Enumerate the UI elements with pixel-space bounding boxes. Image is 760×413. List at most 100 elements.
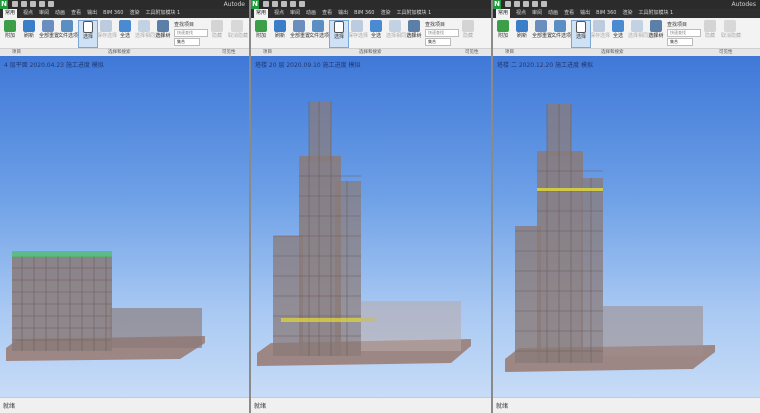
tab-viewpoint[interactable]: 视点: [23, 9, 33, 18]
tab-review[interactable]: 审阅: [39, 9, 49, 18]
hide-icon: [462, 20, 474, 32]
redo-icon[interactable]: [299, 1, 305, 7]
quick-find-field[interactable]: 快速查找: [667, 29, 701, 37]
low-rise-scaffold: [361, 301, 461, 351]
file-options-button[interactable]: 文件选项: [309, 20, 329, 46]
sets-dropdown[interactable]: 集合: [425, 38, 451, 46]
file-options-button[interactable]: 文件选项: [58, 20, 78, 46]
app-menu-button[interactable]: N: [0, 0, 8, 9]
quick-find-field[interactable]: 快速查找: [425, 29, 459, 37]
select-all-button[interactable]: 全选: [609, 20, 627, 46]
select-all-button[interactable]: 全选: [367, 20, 385, 46]
tab-review[interactable]: 审阅: [532, 9, 542, 18]
print-icon[interactable]: [30, 1, 36, 7]
selection-tree-button[interactable]: 选择树: [154, 20, 172, 46]
tab-addins[interactable]: 工具附加模块 1: [396, 9, 431, 18]
sets-dropdown[interactable]: 集合: [174, 38, 200, 46]
append-button[interactable]: 附加: [494, 20, 512, 46]
reset-all-button[interactable]: 全部重置...: [39, 20, 64, 46]
print-icon[interactable]: [281, 1, 287, 7]
3d-viewport[interactable]: 4 层平面 2020.04.23 施工进度 模拟: [0, 56, 249, 397]
append-icon: [497, 20, 509, 32]
save-selection-button[interactable]: 保存选择: [590, 20, 610, 46]
tab-addins[interactable]: 工具附加模块 1: [145, 9, 180, 18]
app-menu-button[interactable]: N: [251, 0, 259, 9]
tab-viewpoint[interactable]: 视点: [274, 9, 284, 18]
tab-view[interactable]: 查看: [71, 9, 81, 18]
tab-viewpoint[interactable]: 视点: [516, 9, 526, 18]
refresh-button[interactable]: 刷新: [20, 20, 38, 46]
select-same-icon: [138, 20, 150, 32]
append-button[interactable]: 附加: [252, 20, 270, 46]
tab-addins[interactable]: 工具附加模块 1: [638, 9, 673, 18]
select-button[interactable]: 选择: [571, 20, 591, 48]
open-icon[interactable]: [12, 1, 18, 7]
tab-bim360[interactable]: BIM 360: [354, 9, 374, 18]
selection-tree-button[interactable]: 选择树: [405, 20, 423, 46]
select-button[interactable]: 选择: [78, 20, 98, 48]
append-button[interactable]: 附加: [1, 20, 19, 46]
tab-bim360[interactable]: BIM 360: [596, 9, 616, 18]
hide-button[interactable]: 隐藏: [701, 20, 719, 46]
tab-render[interactable]: 渲染: [622, 9, 632, 18]
selection-tree-button[interactable]: 选择树: [647, 20, 665, 46]
tab-bim360[interactable]: BIM 360: [103, 9, 123, 18]
unhide-button[interactable]: 取消隐藏: [721, 20, 741, 46]
tab-home[interactable]: 常用: [254, 9, 269, 18]
quick-find-field[interactable]: 快速查找: [174, 29, 208, 37]
find-items-button[interactable]: 查找项目: [174, 21, 194, 28]
tab-output[interactable]: 输出: [580, 9, 590, 18]
tab-view[interactable]: 查看: [322, 9, 332, 18]
redo-icon[interactable]: [541, 1, 547, 7]
tab-view[interactable]: 查看: [564, 9, 574, 18]
cursor-icon: [576, 21, 586, 33]
tab-animation[interactable]: 动画: [306, 9, 316, 18]
tab-output[interactable]: 输出: [87, 9, 97, 18]
tab-render[interactable]: 渲染: [129, 9, 139, 18]
status-text: 就绪: [3, 403, 16, 410]
3d-viewport[interactable]: 塔楼 20 层 2020.09.10 施工进度 模拟: [251, 56, 491, 397]
sets-dropdown[interactable]: 集合: [667, 38, 693, 46]
undo-icon[interactable]: [290, 1, 296, 7]
file-options-button[interactable]: 文件选项: [551, 20, 571, 46]
undo-icon[interactable]: [532, 1, 538, 7]
redo-icon[interactable]: [48, 1, 54, 7]
tower-wing: [335, 181, 361, 356]
save-icon[interactable]: [272, 1, 278, 7]
hide-button[interactable]: 隐藏: [459, 20, 477, 46]
select-same-button[interactable]: 选择相同对象: [628, 20, 658, 46]
select-same-button[interactable]: 选择相同对象: [386, 20, 416, 46]
refresh-button[interactable]: 刷新: [271, 20, 289, 46]
select-same-button[interactable]: 选择相同对象: [135, 20, 165, 46]
app-menu-button[interactable]: N: [493, 0, 501, 9]
tab-review[interactable]: 审阅: [290, 9, 300, 18]
save-selection-button[interactable]: 保存选择: [97, 20, 117, 46]
tab-home[interactable]: 常用: [3, 9, 18, 18]
tab-render[interactable]: 渲染: [380, 9, 390, 18]
open-icon[interactable]: [263, 1, 269, 7]
tab-output[interactable]: 输出: [338, 9, 348, 18]
unhide-button[interactable]: 取消隐藏: [228, 20, 248, 46]
ribbon-panel: 附加 刷新 全部重置... 文件选项 选择 保存选择 全选 选择相同对象 选择树…: [493, 18, 760, 56]
tab-animation[interactable]: 动画: [55, 9, 65, 18]
3d-viewport[interactable]: 塔楼 二 2020.12.20 施工进度 模拟: [493, 56, 760, 397]
ribbon-tabs: 常用 视点 审阅 动画 查看 输出 BIM 360 渲染 工具附加模块 1: [251, 9, 491, 18]
find-items-button[interactable]: 查找项目: [425, 21, 445, 28]
status-bar: 就绪: [0, 397, 249, 413]
find-items-button[interactable]: 查找项目: [667, 21, 687, 28]
reset-all-button[interactable]: 全部重置...: [290, 20, 315, 46]
ribbon-tabs: 常用 视点 审阅 动画 查看 输出 BIM 360 渲染 工具附加模块 1: [493, 9, 760, 18]
save-selection-button[interactable]: 保存选择: [348, 20, 368, 46]
refresh-button[interactable]: 刷新: [513, 20, 531, 46]
print-icon[interactable]: [523, 1, 529, 7]
tab-animation[interactable]: 动画: [548, 9, 558, 18]
save-icon[interactable]: [21, 1, 27, 7]
undo-icon[interactable]: [39, 1, 45, 7]
open-icon[interactable]: [505, 1, 511, 7]
select-all-button[interactable]: 全选: [116, 20, 134, 46]
reset-all-button[interactable]: 全部重置...: [532, 20, 557, 46]
save-icon[interactable]: [514, 1, 520, 7]
tab-home[interactable]: 常用: [496, 9, 511, 18]
hide-button[interactable]: 隐藏: [208, 20, 226, 46]
select-button[interactable]: 选择: [329, 20, 349, 48]
